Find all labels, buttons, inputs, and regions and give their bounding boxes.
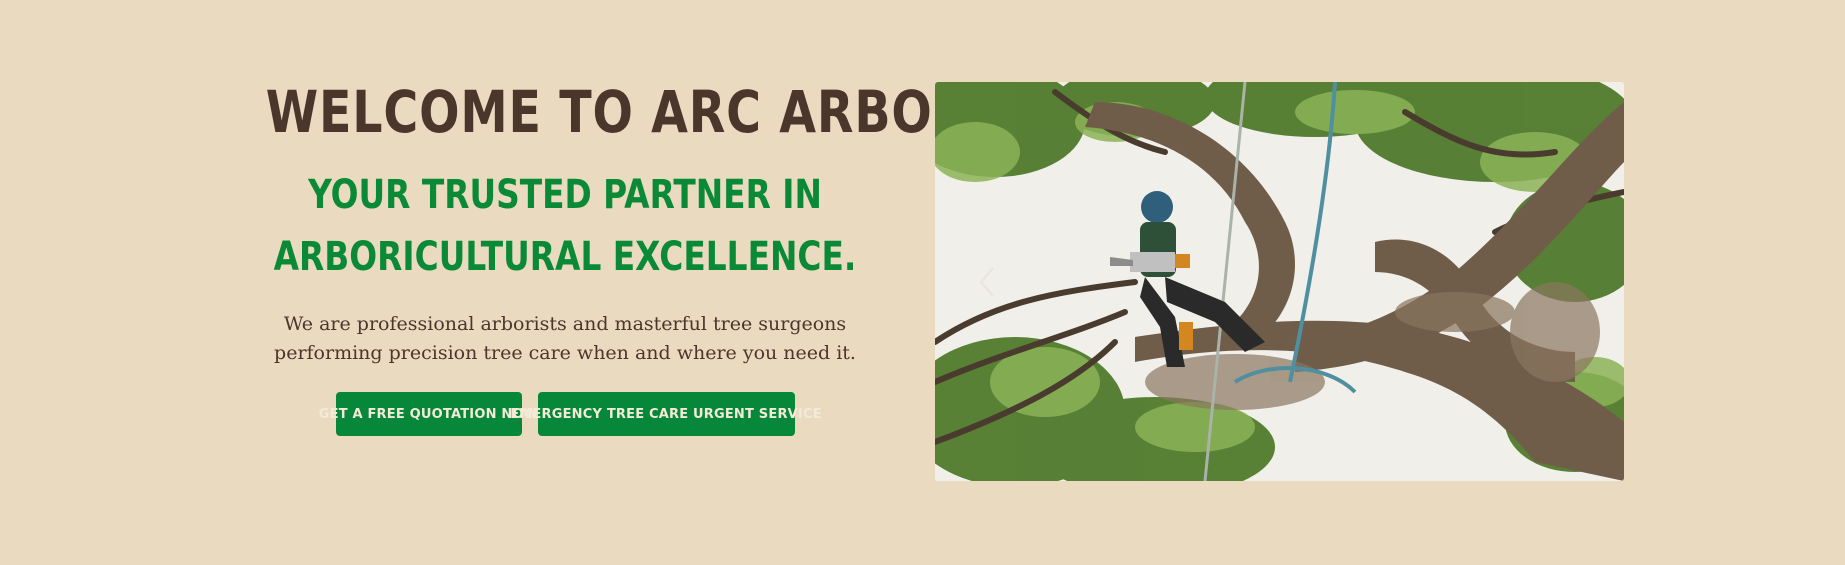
hero-image [935,82,1624,481]
hero-subtitle: YOUR TRUSTED PARTNER IN ARBORICULTURAL E… [266,164,865,288]
hero-buttons: GET A FREE QUOTATION NOW EMERGENCY TREE … [200,392,930,436]
hero-subtitle-line-2: ARBORICULTURAL EXCELLENCE. [273,234,857,280]
hero-subtitle-line-1: YOUR TRUSTED PARTNER IN [308,172,822,218]
hero-description: We are professional arborists and master… [274,313,856,364]
page-title: WELCOME TO ARC ARBORISTS [265,78,1093,146]
emergency-service-button[interactable]: EMERGENCY TREE CARE URGENT SERVICE [510,392,822,436]
hero-text-column: WELCOME TO ARC ARBORISTS YOUR TRUSTED PA… [200,72,1093,436]
arborist-photo [935,82,1624,481]
carousel-prev-icon[interactable] [975,262,999,302]
hero-section: WELCOME TO ARC ARBORISTS YOUR TRUSTED PA… [0,0,1845,565]
free-quotation-button[interactable]: GET A FREE QUOTATION NOW [319,392,538,436]
